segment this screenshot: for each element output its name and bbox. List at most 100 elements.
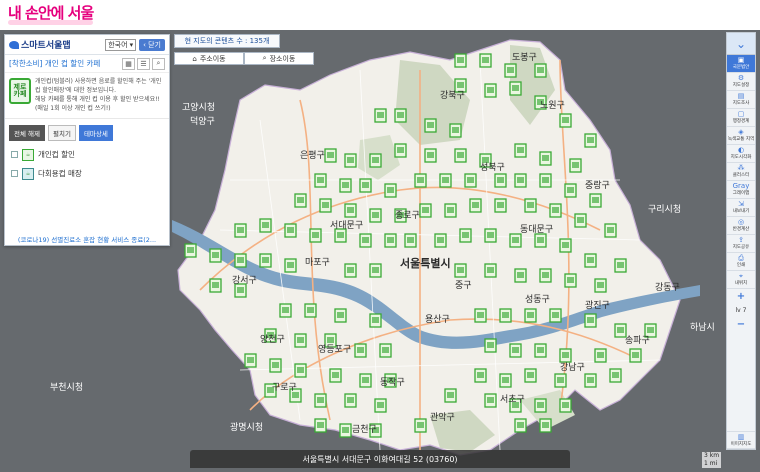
cafe-marker-glyph <box>552 312 559 318</box>
panel-header: 스마트서울맵 한국어 ▾ ‹ 닫기 <box>5 35 169 55</box>
cafe-marker-glyph <box>347 157 354 163</box>
cafe-marker-glyph <box>337 232 344 238</box>
cafe-marker-glyph <box>562 352 569 358</box>
cafe-marker-glyph <box>357 347 364 353</box>
cafe-marker-glyph <box>537 67 544 73</box>
map-label: 영등포구 <box>318 345 352 355</box>
cafe-marker-glyph <box>487 232 494 238</box>
cafe-marker-glyph <box>487 342 494 348</box>
cafe-marker-glyph <box>457 152 464 158</box>
cafe-marker-glyph <box>562 402 569 408</box>
toolbar-item[interactable]: ⚙ 지도설정 <box>727 73 755 91</box>
cafe-marker-glyph <box>297 197 304 203</box>
grid-view-icon[interactable]: ▦ <box>122 57 135 70</box>
map-label: 성북구 <box>480 163 505 173</box>
cafe-marker-glyph <box>497 177 504 183</box>
cafe-marker-glyph <box>312 232 319 238</box>
zoom-in-button[interactable]: + <box>727 289 755 303</box>
legend-label: 개인컵 할인 <box>38 150 75 159</box>
toolbar-item[interactable]: ⎙ 인쇄 <box>727 253 755 271</box>
toolbar-label: 행정경계 <box>732 119 750 124</box>
brand-text: 내 손안에 서울 <box>8 4 94 22</box>
settings-icon: ⚙ <box>737 74 745 82</box>
theme-description: 제로 카페 개인컵(텀블러) 사용하면 음료를 할인해 주는 '개인 컵 할인매… <box>5 73 169 116</box>
cafe-marker-glyph <box>372 317 379 323</box>
zoom-out-icon: − <box>736 318 746 330</box>
cafe-marker-glyph <box>287 227 294 233</box>
cafe-marker-glyph <box>562 242 569 248</box>
toolbar-label: 지도공유 <box>732 245 750 250</box>
toolbar-label: 지도시각화 <box>730 155 752 160</box>
cafe-marker-glyph <box>387 187 394 193</box>
cafe-marker-glyph <box>487 87 494 93</box>
description-note: 해당 카페를 통해 개인 컵 이용 후 할인 받으세요!! (매일 1회 이상 … <box>35 96 160 112</box>
cafe-marker-glyph <box>282 307 289 313</box>
map-label: 서초구 <box>500 395 525 405</box>
legend-item-reusable-cup[interactable]: ☕ 다회용컵 매장 <box>11 164 163 183</box>
cafe-marker-glyph <box>527 372 534 378</box>
cafe-marker-glyph <box>362 182 369 188</box>
toolbar-item[interactable]: ▤ 지도조사 <box>727 91 755 109</box>
cafe-marker-glyph <box>237 227 244 233</box>
toolbar-item[interactable]: Gray 그레이맵 <box>727 181 755 199</box>
expand-button[interactable]: 펼치기 <box>48 125 76 141</box>
cafe-marker-glyph <box>187 247 194 253</box>
cafe-marker-glyph <box>537 347 544 353</box>
toolbar-item[interactable]: ◐ 지도시각화 <box>727 145 755 163</box>
green-traffic-icon: ◈ <box>738 128 744 136</box>
toolbar-item[interactable]: ⇲ 내보내기 <box>727 199 755 217</box>
theme-detail-button[interactable]: 테마상세 <box>78 125 113 141</box>
cafe-marker-glyph <box>597 352 604 358</box>
cafe-marker-glyph <box>567 277 574 283</box>
toolbar-item[interactable]: ▣ 국문법안 <box>727 55 755 73</box>
covid-notice-link[interactable]: (코로나19) 선별진료소 혼잡 현황 서비스 종료(2... <box>5 234 169 244</box>
close-button[interactable]: ‹ 닫기 <box>139 38 165 51</box>
cafe-marker-glyph <box>397 112 404 118</box>
toolbar-item[interactable]: ◈ 녹색교통 지역 <box>727 127 755 145</box>
toolbar-item[interactable]: ⇪ 지도공유 <box>727 235 755 253</box>
map-label: 부천시청 <box>50 383 84 393</box>
map-label: 금천구 <box>352 425 377 435</box>
map-label: 동대문구 <box>520 225 554 235</box>
search-icon[interactable]: ⌕ <box>152 57 165 70</box>
cafe-marker-glyph <box>332 372 339 378</box>
cafe-marker-glyph <box>587 137 594 143</box>
cafe-marker-glyph <box>322 202 329 208</box>
cafe-marker-glyph <box>307 307 314 313</box>
cafe-marker-glyph <box>447 392 454 398</box>
toolbar-label: 녹색교통 지역 <box>727 137 755 142</box>
toolbar-label: 지도설정 <box>732 83 750 88</box>
cafe-marker-glyph <box>507 67 514 73</box>
zoom-out-button[interactable]: − <box>727 317 755 331</box>
map-label: 종로구 <box>395 211 420 221</box>
close-label: 닫기 <box>148 40 161 49</box>
cafe-marker-glyph <box>527 312 534 318</box>
cafe-marker-glyph <box>297 337 304 343</box>
toolbar-item[interactable]: ▢ 행정경계 <box>727 109 755 127</box>
toolbar-item[interactable]: ◎ 반경계산 <box>727 217 755 235</box>
move-address-button[interactable]: ⌂ 주소이동 <box>174 52 244 65</box>
deselect-all-button[interactable]: 전체 해제 <box>9 125 45 141</box>
cafe-marker-glyph <box>317 177 324 183</box>
smart-seoul-map-logo[interactable]: 스마트서울맵 <box>9 38 71 51</box>
panel-tools: ▦ ☰ ⌕ <box>122 57 165 70</box>
checkbox[interactable] <box>11 170 18 177</box>
image-map-button[interactable]: ▥ 이미지지도 <box>727 431 755 449</box>
cafe-marker-glyph <box>272 362 279 368</box>
cafe-marker-glyph <box>372 267 379 273</box>
logo-text: 스마트서울맵 <box>21 41 71 51</box>
toolbar-item[interactable]: ⌖ 내위치 <box>727 271 755 289</box>
checkbox[interactable] <box>11 151 18 158</box>
cafe-marker-glyph <box>212 252 219 258</box>
legend-item-personal-cup[interactable]: ☕ 개인컵 할인 <box>11 145 163 164</box>
toolbar-collapse-button[interactable]: ⌄ <box>727 33 755 55</box>
toolbar-item[interactable]: ⁂ 클러스터 <box>727 163 755 181</box>
move-place-button[interactable]: ⌕ 장소이동 <box>244 52 314 65</box>
cafe-marker-glyph <box>517 147 524 153</box>
toolbar-label: 그레이맵 <box>732 191 750 196</box>
cafe-marker-glyph <box>632 352 639 358</box>
list-view-icon[interactable]: ☰ <box>137 57 150 70</box>
language-select[interactable]: 한국어 ▾ <box>105 38 137 51</box>
print-icon: ⎙ <box>738 254 744 262</box>
cluster-icon: ⁂ <box>737 164 745 172</box>
